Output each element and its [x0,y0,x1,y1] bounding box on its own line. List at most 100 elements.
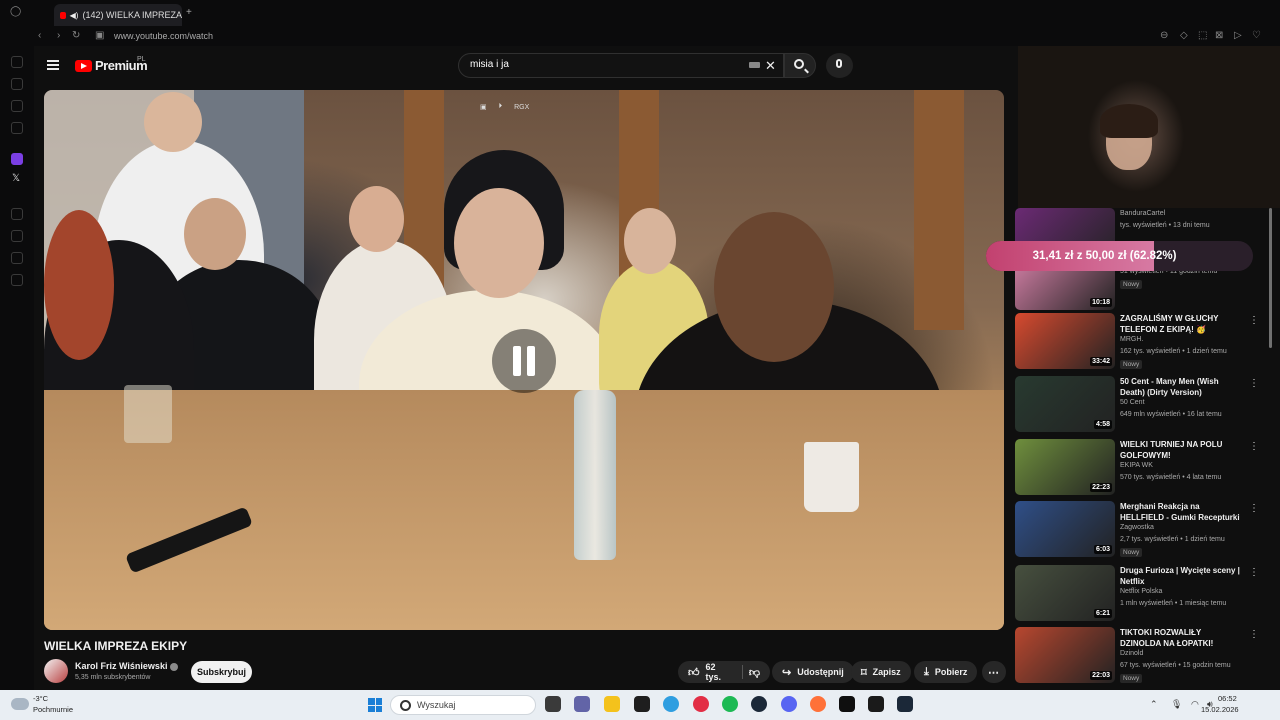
forward-icon[interactable]: › [57,30,60,41]
app-icon[interactable] [634,696,650,712]
taskbar-search-input[interactable]: Wyszukaj [390,695,536,715]
recommendation-item[interactable]: 4:58 50 Cent - Many Men (Wish Death) (Dir… [1015,376,1259,432]
browser-menu-icon[interactable]: ◯ [10,6,21,17]
more-vert-icon[interactable]: ⋮ [1249,629,1259,640]
clock-time[interactable]: 06:52 [1218,694,1237,703]
video-thumbnail[interactable]: 33:42 [1015,313,1115,369]
sidebar-scrollbar[interactable] [1269,208,1272,348]
cloud-icon[interactable] [11,698,29,710]
video-thumbnail[interactable]: 22:23 [1015,439,1115,495]
recommendation-channel[interactable]: Zagwostka [1120,524,1154,531]
hamburger-menu-icon[interactable] [47,60,59,70]
sidebar-app-icon[interactable] [11,122,23,134]
sidebar-app-icon[interactable] [11,78,23,90]
recommendation-title[interactable]: WIELKI TURNIEJ NA POLU GOLFOWYM! [1120,439,1242,461]
recommendation-item[interactable]: 33:42 ZAGRALIŚMY W GŁUCHY TELEFON Z EKIPĄ… [1015,313,1259,369]
url-field[interactable]: www.youtube.com/watch [114,31,213,41]
play-icon[interactable]: ▷ [1234,30,1242,41]
channel-name[interactable]: Karol Friz Wiśniewski [75,661,179,671]
shield-icon[interactable]: ⊠ [1215,30,1223,41]
save-button[interactable]: ⌑ Zapisz [851,661,911,683]
weather-description[interactable]: Pochmurnie [33,705,73,714]
subscribe-button[interactable]: Subskrybuj [191,661,252,683]
heart-icon[interactable]: ♡ [1252,30,1261,41]
more-vert-icon[interactable]: ⋮ [1249,567,1259,578]
windows-start-icon[interactable] [368,698,382,712]
download-button[interactable]: ⤓ Pobierz [914,661,978,683]
recommendation-channel[interactable]: EKIPA WK [1120,462,1153,469]
keyboard-icon[interactable] [749,62,760,68]
settings-icon[interactable] [11,274,23,286]
reload-icon[interactable]: ↻ [72,30,80,41]
steam-icon[interactable] [751,696,767,712]
snapshot-icon[interactable]: ⬚ [1198,30,1207,41]
miniplayer-icon[interactable]: ▣ [480,103,487,111]
opera-icon[interactable] [693,696,709,712]
speaker-icon[interactable]: ◀) [70,11,79,20]
recommendation-item[interactable]: 6:03 Merghani Reakcja na HELLFIELD - Gumk… [1015,501,1259,557]
zoom-icon[interactable]: ⊖ [1160,30,1168,41]
video-thumbnail[interactable]: 4:58 [1015,376,1115,432]
browser-tab-active[interactable]: ◀) (142) WIELKA IMPREZA [54,4,182,26]
recommendation-channel[interactable]: Dzinold [1120,650,1143,657]
like-button[interactable]: 👍︎ 62 tys. 👎︎ [678,661,770,683]
recommendation-item[interactable]: 22:03 TIKTOKI ROZWALIŁY DZINOLDA NA ŁOPAT… [1015,627,1259,683]
recommendation-title[interactable]: 50 Cent - Many Men (Wish Death) (Dirty V… [1120,376,1242,398]
video-player[interactable]: ▣ ⏵ RGX [44,90,1004,630]
recommendation-item[interactable]: 22:23 WIELKI TURNIEJ NA POLU GOLFOWYM! EKI… [1015,439,1259,495]
pause-icon[interactable] [492,329,556,393]
search-button[interactable] [784,53,816,78]
recommendation-title[interactable]: ZAGRALIŚMY W GŁUCHY TELEFON Z EKIPĄ! 🥳 [1120,313,1242,335]
app-icon[interactable] [839,696,855,712]
more-vert-icon[interactable]: ⋮ [1249,378,1259,389]
microphone-tray-icon[interactable]: 🎙︎ [1171,699,1182,710]
x-icon[interactable]: 𝕏 [12,173,20,184]
sidebar-app-icon[interactable] [11,230,23,242]
recommendation-channel[interactable]: Netflix Polska [1120,588,1162,595]
new-tab-icon[interactable]: + [186,7,192,18]
more-vert-icon[interactable]: ⋮ [1249,315,1259,326]
channel-avatar[interactable] [44,659,68,683]
more-actions-button[interactable]: ⋯ [982,661,1006,683]
clock-date[interactable]: 15.02.2026 [1201,705,1239,714]
skip-icon[interactable]: ⏵ [499,103,503,111]
video-thumbnail[interactable]: 22:03 [1015,627,1115,683]
thumbs-down-icon[interactable]: 👎︎ [749,666,760,679]
recommendation-item[interactable]: 6:21 Druga Furioza | Wycięte sceny | Netf… [1015,565,1259,621]
more-vert-icon[interactable]: ⋮ [1249,441,1259,452]
sidebar-app-icon[interactable] [11,252,23,264]
video-thumbnail[interactable]: 6:21 [1015,565,1115,621]
sidebar-app-icon[interactable] [11,56,23,68]
recommendation-title[interactable]: Merghani Reakcja na HELLFIELD - Gumki Re… [1120,501,1242,523]
share-button[interactable]: ↪ Udostępnij [772,661,854,683]
sidebar-app-icon[interactable] [11,100,23,112]
recommendation-title[interactable]: Druga Furioza | Wycięte sceny | Netflix [1120,565,1242,587]
chevron-up-icon[interactable]: ⌃ [1150,699,1158,710]
search-input[interactable]: misia i ja [458,53,784,78]
task-view-icon[interactable] [545,696,561,712]
teams-icon[interactable] [574,696,590,712]
discord-icon[interactable] [781,696,797,712]
more-vert-icon[interactable]: ⋮ [1249,503,1259,514]
file-explorer-icon[interactable] [604,696,620,712]
steam-icon[interactable] [897,696,913,712]
terminal-icon[interactable] [868,696,884,712]
video-thumbnail[interactable]: 6:03 [1015,501,1115,557]
donation-goal-text: 31,41 zł z 50,00 zł (62.82%) [1032,250,1177,262]
edge-icon[interactable] [663,696,679,712]
recommendation-channel[interactable]: 50 Cent [1120,399,1145,406]
share-icon: ↪ [782,666,792,679]
recommendation-title[interactable]: TIKTOKI ROZWALIŁY DZINOLDA NA ŁOPATKI! [1120,627,1242,649]
sidebar-app-icon[interactable] [11,208,23,220]
weather-temperature[interactable]: -3°C [33,694,48,703]
recommendation-channel[interactable]: BanduraCartel [1120,210,1165,217]
recommendation-channel[interactable]: MRGH. [1120,336,1143,343]
clear-search-icon[interactable]: ✕ [765,58,776,74]
voice-search-button[interactable] [826,53,853,78]
back-icon[interactable]: ‹ [38,30,41,41]
firefox-icon[interactable] [810,696,826,712]
wifi-icon[interactable]: ◠ [1191,699,1199,710]
spotify-icon[interactable] [722,696,738,712]
extension-icon[interactable]: ◇ [1180,30,1188,41]
twitch-icon[interactable] [11,153,23,165]
